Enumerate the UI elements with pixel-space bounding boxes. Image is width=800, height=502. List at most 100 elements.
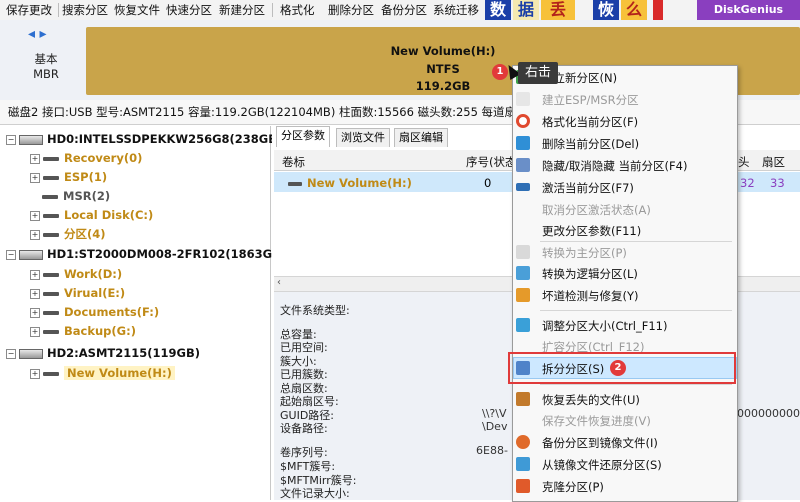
format-icon <box>516 114 530 128</box>
toolbar-separator <box>58 3 59 17</box>
menu-item-clone[interactable]: 克隆分区(P) <box>542 479 604 495</box>
menu-item-backup-image[interactable]: 备份分区到镜像文件(I) <box>542 435 658 451</box>
collapse-icon[interactable]: − <box>6 134 16 145</box>
banner-glyph: 数 <box>485 0 511 20</box>
menu-item-hide[interactable]: 隐藏/取消隐藏 当前分区(F4) <box>542 158 687 174</box>
tree-partition-label: Virual(E:) <box>64 286 126 300</box>
tree-partition-label: 分区(4) <box>64 227 106 241</box>
resize-icon <box>516 318 530 332</box>
partition-icon <box>43 232 59 237</box>
delete-partition-button[interactable]: 删除分区 <box>328 2 374 18</box>
tree-node-partition[interactable]: + Backup(G:) <box>30 322 136 341</box>
tree-node-hd2[interactable]: − HD2:ASMT2115(119GB) <box>6 344 200 363</box>
banner-ad[interactable]: 数 据 丢 恢 么 DiskGenius <box>485 0 800 20</box>
partition-icon <box>43 272 59 277</box>
tree-partition-label: New Volume(H:) <box>64 366 175 380</box>
expand-icon[interactable]: + <box>30 153 40 164</box>
partition-icon <box>43 329 59 334</box>
detail-fs-type-label: 文件系统类型: <box>280 304 350 317</box>
detail-device-value: \Dev <box>482 420 508 433</box>
menu-item-resize[interactable]: 调整分区大小(Ctrl_F11) <box>542 318 667 334</box>
menu-item-create-esp[interactable]: 建立ESP/MSR分区 <box>542 92 639 108</box>
recover-files-button[interactable]: 恢复文件 <box>114 2 160 18</box>
collapse-icon[interactable]: − <box>6 348 16 359</box>
tree-node-partition[interactable]: + Recovery(0) <box>30 149 142 168</box>
tree-partition-label: MSR(2) <box>63 189 111 203</box>
partition-icon <box>288 181 302 186</box>
tree-partition-label: ESP(1) <box>64 170 108 184</box>
new-partition-button[interactable]: 新建分区 <box>219 2 265 18</box>
menu-item-convert-primary[interactable]: 转换为主分区(P) <box>542 245 627 261</box>
scroll-left-icon[interactable]: ‹ <box>277 277 281 288</box>
tree-partition-label: Work(D:) <box>64 267 123 281</box>
banner-glyph: 恢 <box>593 0 619 20</box>
tree-node-partition-selected[interactable]: + New Volume(H:) <box>30 364 175 383</box>
menu-item-recover-files[interactable]: 恢复丢失的文件(U) <box>542 392 640 408</box>
search-partition-button[interactable]: 搜索分区 <box>62 2 108 18</box>
partition-icon <box>43 291 59 296</box>
expand-icon[interactable]: + <box>30 288 40 299</box>
tree-node-partition[interactable]: MSR(2) <box>42 187 110 206</box>
menu-item-deactivate[interactable]: 取消分区激活状态(A) <box>542 202 651 218</box>
tree-partition-label: Backup(G:) <box>64 324 136 338</box>
tree-node-partition[interactable]: + 分区(4) <box>30 225 106 244</box>
collapse-icon[interactable]: − <box>6 249 16 260</box>
backup-partition-button[interactable]: 备份分区 <box>381 2 427 18</box>
tree-node-partition[interactable]: + Local Disk(C:) <box>30 206 153 225</box>
step-badge-2: 2 <box>610 360 626 376</box>
tree-partition-label: Documents(F:) <box>64 305 160 319</box>
menu-item-activate[interactable]: 激活当前分区(F7) <box>542 180 634 196</box>
expand-icon[interactable]: + <box>30 368 40 379</box>
convert-primary-icon <box>516 245 530 259</box>
format-button[interactable]: 格式化 <box>280 2 315 18</box>
partition-icon <box>42 194 58 199</box>
column-header-label[interactable]: 卷标 <box>282 154 305 170</box>
tree-node-partition[interactable]: + Documents(F:) <box>30 303 159 322</box>
tree-node-partition[interactable]: + Work(D:) <box>30 265 122 284</box>
menu-item-delete[interactable]: 删除当前分区(Del) <box>542 136 639 152</box>
expand-icon[interactable]: + <box>30 172 40 183</box>
menu-item-change-params[interactable]: 更改分区参数(F11) <box>542 223 641 239</box>
disk-nav-arrows-icon[interactable]: ◂ ▸ <box>28 26 47 42</box>
banner-stripe <box>653 0 663 20</box>
menu-item-bad-sector-repair[interactable]: 坏道检测与修复(Y) <box>542 288 639 304</box>
partition-icon <box>43 371 59 376</box>
partition-name: New Volume(H:) <box>390 44 496 58</box>
tree-node-hd0[interactable]: − HD0:INTELSSDPEKKW256G8(238GB) <box>6 130 282 149</box>
row-index: 0 <box>484 176 492 190</box>
tree-node-partition[interactable]: + Virual(E:) <box>30 284 125 303</box>
menu-item-convert-logical[interactable]: 转换为逻辑分区(L) <box>542 266 638 282</box>
menu-item-restore-image[interactable]: 从镜像文件还原分区(S) <box>542 457 662 473</box>
banner-glyph: 么 <box>621 0 647 20</box>
save-changes-button[interactable]: 保存更改 <box>6 2 52 18</box>
expand-icon[interactable]: + <box>30 307 40 318</box>
backup-image-icon <box>516 435 530 449</box>
repair-icon <box>516 288 530 302</box>
restore-image-icon <box>516 457 530 471</box>
convert-logical-icon <box>516 266 530 280</box>
expand-icon[interactable]: + <box>30 269 40 280</box>
expand-icon[interactable]: + <box>30 326 40 337</box>
tab-partition-params[interactable]: 分区参数 <box>276 126 330 147</box>
column-header-sector[interactable]: 扇区 <box>762 154 785 170</box>
delete-icon <box>516 136 530 150</box>
partition-icon <box>43 175 59 180</box>
menu-item-format[interactable]: 格式化当前分区(F) <box>542 114 638 130</box>
recover-icon <box>516 392 530 406</box>
tree-node-partition[interactable]: + ESP(1) <box>30 168 107 187</box>
partition-icon <box>43 310 59 315</box>
activate-icon <box>516 183 530 191</box>
expand-icon[interactable]: + <box>30 229 40 240</box>
tree-disk-label: HD2:ASMT2115(119GB) <box>47 346 200 360</box>
tree-node-hd1[interactable]: − HD1:ST2000DM008-2FR102(1863GB) <box>6 245 286 264</box>
expand-icon[interactable]: + <box>30 210 40 221</box>
tab-browse-files[interactable]: 浏览文件 <box>336 128 390 147</box>
system-migration-button[interactable]: 系统迁移 <box>433 2 479 18</box>
disk-type-line1: 基本 <box>34 52 58 66</box>
menu-separator <box>540 384 732 385</box>
disk-info-text: 磁盘2 接口:USB 型号:ASMT2115 容量:119.2GB(122104… <box>8 105 543 119</box>
column-header-head[interactable]: 头 <box>738 154 750 170</box>
tab-sector-editor[interactable]: 扇区编辑 <box>394 128 448 147</box>
menu-item-save-progress[interactable]: 保存文件恢复进度(V) <box>542 413 651 429</box>
quick-partition-button[interactable]: 快速分区 <box>166 2 212 18</box>
